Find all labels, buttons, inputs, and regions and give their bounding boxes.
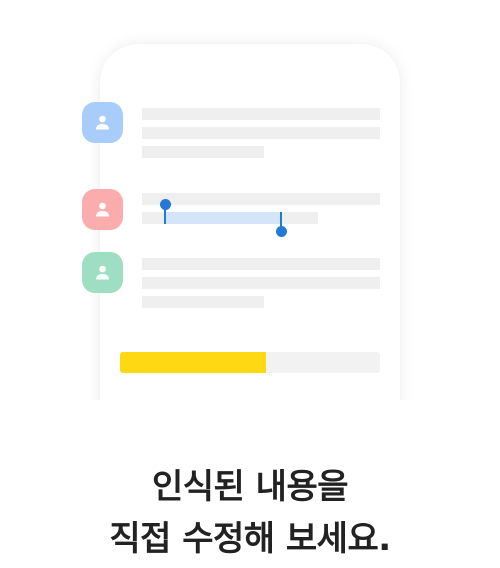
text-selection-highlight[interactable] (165, 212, 282, 224)
caption-line-2: 직접 수정해 보세요. (109, 519, 391, 559)
progress-bar (120, 352, 380, 373)
text-line-placeholder (142, 108, 380, 120)
person-icon (96, 265, 109, 280)
selection-end-handle[interactable] (276, 226, 287, 237)
text-line-placeholder (142, 127, 380, 139)
avatar-user-1 (82, 102, 123, 143)
text-line-placeholder (142, 193, 380, 205)
selection-start-handle[interactable] (160, 199, 171, 210)
text-line-placeholder (142, 146, 264, 158)
progress-bar-fill (120, 352, 266, 373)
person-icon (96, 202, 109, 217)
avatar-user-3 (82, 252, 123, 293)
text-line-placeholder (142, 296, 264, 308)
avatar-user-2 (82, 189, 123, 230)
text-line-placeholder (142, 258, 380, 270)
caption-line-1: 인식된 내용을 (151, 467, 349, 507)
illustration (0, 0, 500, 400)
text-line-placeholder (142, 277, 380, 289)
person-icon (96, 115, 109, 130)
